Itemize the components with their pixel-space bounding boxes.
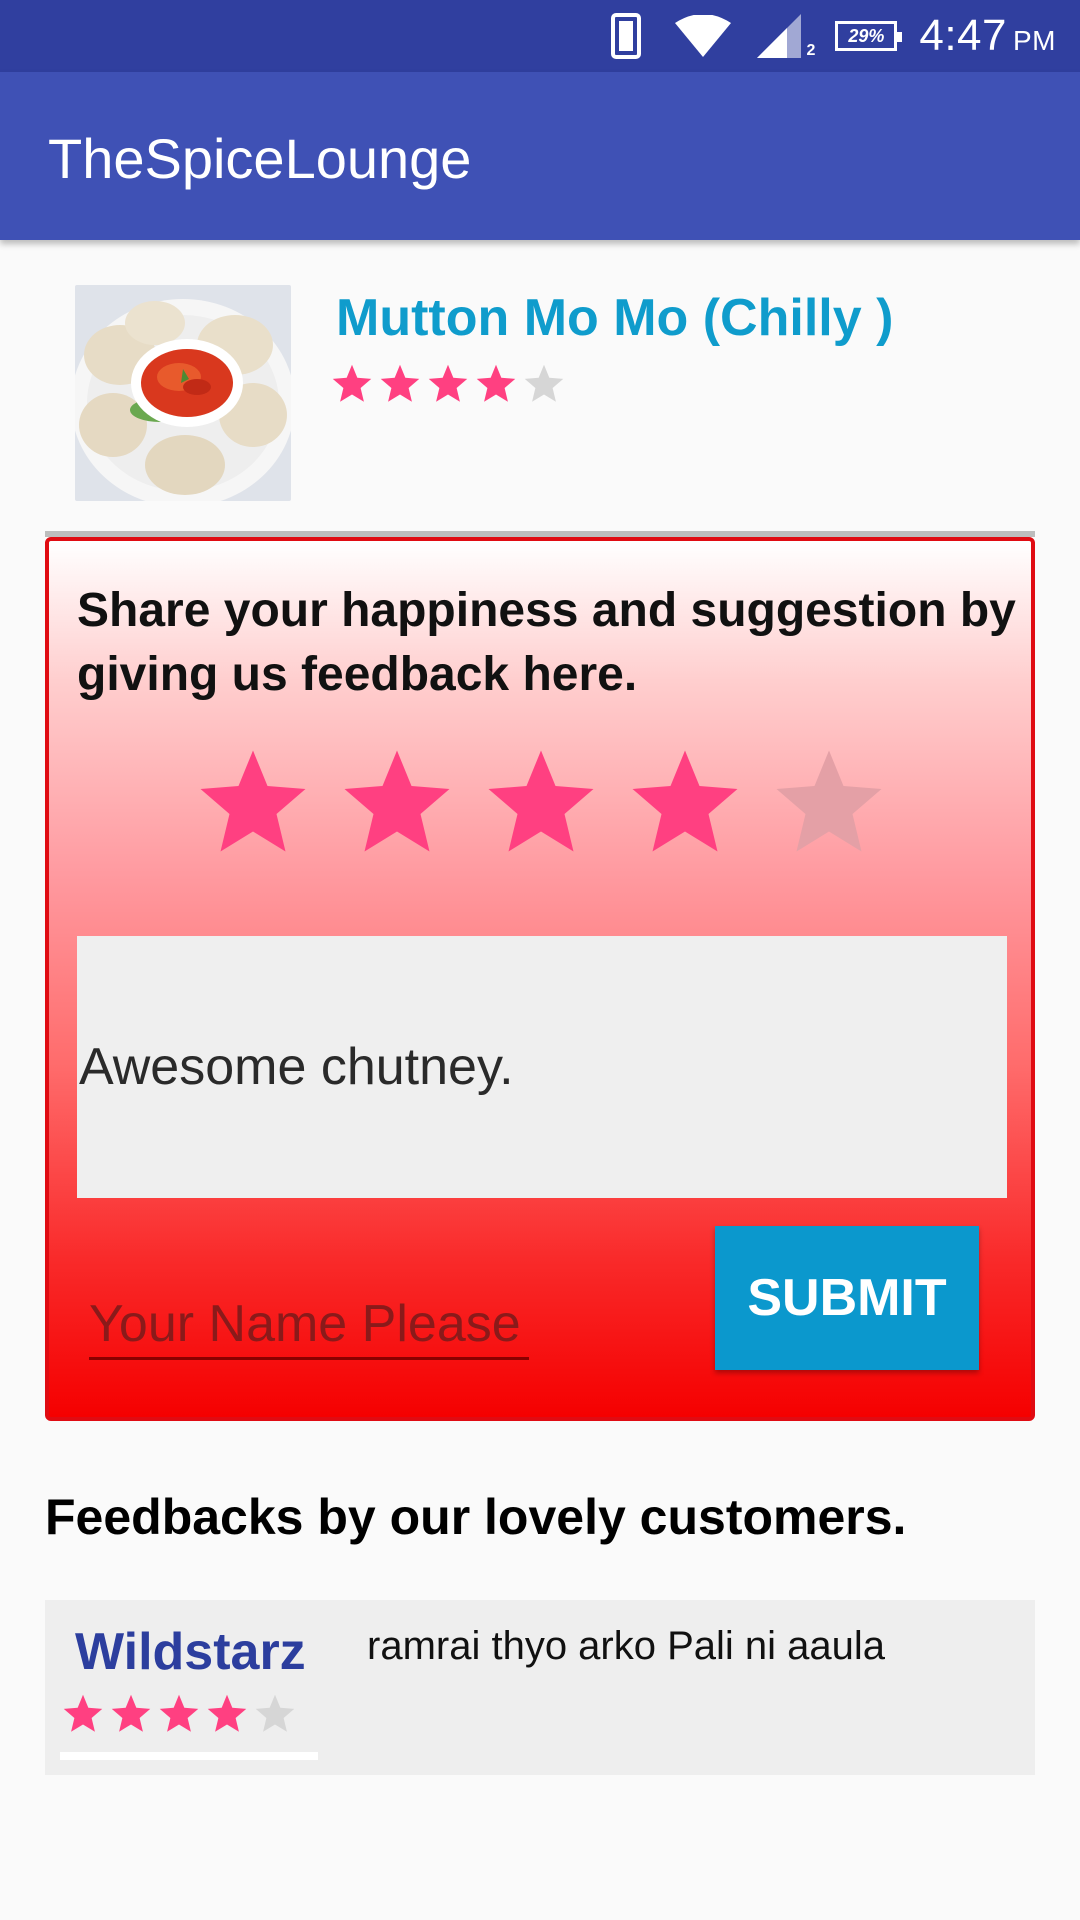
star-filled-icon xyxy=(632,750,738,852)
status-icons: 2 29% 4:47 PM xyxy=(611,0,1056,72)
star-filled-icon xyxy=(488,750,594,852)
name-input[interactable] xyxy=(89,1291,529,1357)
review-rating xyxy=(61,1692,297,1736)
reviewer-name: Wildstarz xyxy=(75,1623,306,1681)
star-filled-icon xyxy=(428,364,468,402)
signal-icon: 2 xyxy=(757,14,815,59)
comment-field[interactable]: Awesome chutney. xyxy=(77,936,1007,1198)
star-filled-icon xyxy=(332,364,372,402)
star-empty-icon xyxy=(776,750,882,852)
dish-rating xyxy=(330,362,566,406)
status-bar: 2 29% 4:47 PM xyxy=(0,0,1080,72)
app-bar: TheSpiceLounge xyxy=(0,72,1080,240)
comment-text: Awesome chutney. xyxy=(79,1038,514,1096)
feedback-rating-bar[interactable] xyxy=(193,743,913,863)
star-filled-icon xyxy=(159,1694,199,1732)
star-filled-icon xyxy=(476,364,516,402)
feedback-card: Share your happiness and suggestion by g… xyxy=(45,537,1035,1421)
wifi-icon xyxy=(675,15,732,57)
star-filled-icon xyxy=(111,1694,151,1732)
clock-ampm: PM xyxy=(1013,25,1056,56)
dish-name: Mutton Mo Mo (Chilly ) xyxy=(336,289,894,347)
dish-image xyxy=(75,285,291,501)
star-filled-icon xyxy=(344,750,450,852)
star-filled-icon xyxy=(380,364,420,402)
clock: 4:47 PM xyxy=(919,11,1056,61)
battery-icon: 29% xyxy=(835,21,903,51)
star-filled-icon xyxy=(207,1694,247,1732)
app-title: TheSpiceLounge xyxy=(48,127,472,190)
clock-time: 4:47 xyxy=(919,11,1007,60)
star-filled-icon xyxy=(63,1694,103,1732)
submit-button[interactable]: SUBMIT xyxy=(715,1226,979,1370)
star-filled-icon xyxy=(200,750,306,852)
reviewer-underline xyxy=(60,1752,318,1760)
review-card: Wildstarz ramrai thyo arko Pali ni aaula xyxy=(45,1600,1035,1775)
sim-label: 2 xyxy=(806,42,816,59)
feedback-heading: Share your happiness and suggestion by g… xyxy=(77,584,1016,701)
star-empty-icon xyxy=(524,364,564,402)
phone-icon xyxy=(611,13,642,59)
battery-level: 29% xyxy=(848,25,885,46)
star-empty-icon xyxy=(255,1694,295,1732)
review-text: ramrai thyo arko Pali ni aaula xyxy=(367,1624,886,1668)
reviews-heading: Feedbacks by our lovely customers. xyxy=(45,1489,907,1545)
name-field[interactable] xyxy=(89,1291,529,1360)
